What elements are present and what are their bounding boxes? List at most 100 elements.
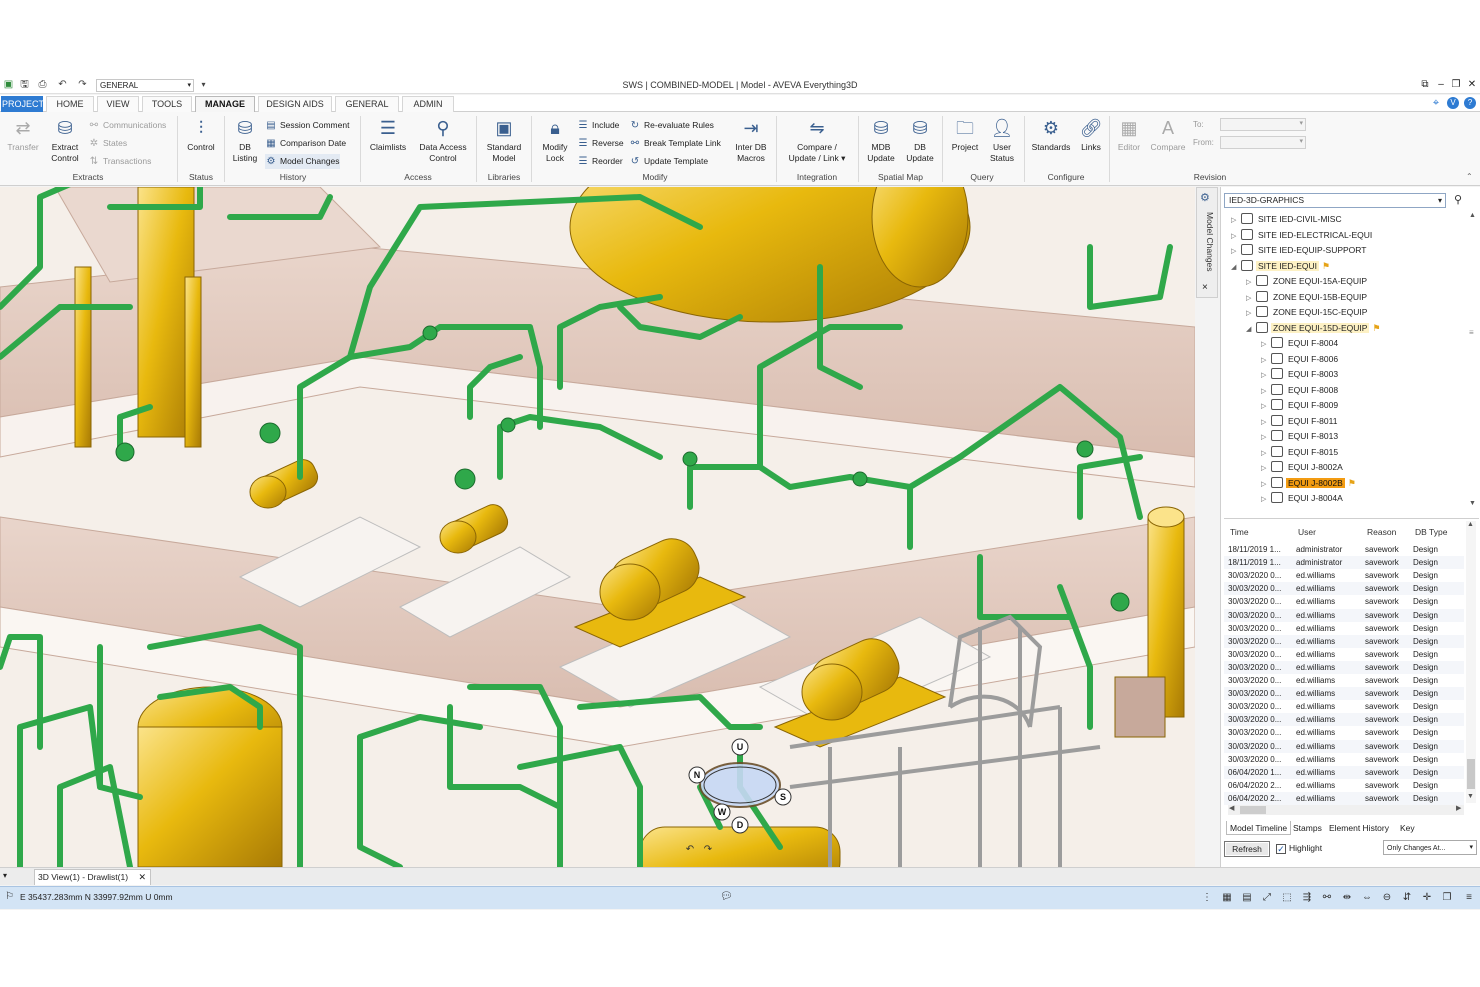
scroll-thumb[interactable] bbox=[1240, 806, 1266, 814]
collapse-icon[interactable]: ◢ bbox=[1231, 260, 1241, 275]
timeline-row[interactable]: 30/03/2020 0... ed.williams savework Design bbox=[1224, 687, 1464, 701]
reevaluate-rules-button[interactable]: ↻ Re-evaluate Rules bbox=[629, 118, 714, 133]
document-menu-icon[interactable]: ▾ bbox=[3, 871, 7, 880]
break-template-link-button[interactable]: ⚯ Break Template Link bbox=[629, 136, 721, 151]
update-template-button[interactable]: ↺ Update Template bbox=[629, 154, 708, 169]
timeline-vertical-scrollbar[interactable]: ▲ ▼ bbox=[1466, 521, 1476, 803]
user-status-button[interactable]: 👤︎ User Status bbox=[986, 116, 1018, 164]
timeline-row[interactable]: 18/11/2019 1... administrator savework Desi… bbox=[1224, 543, 1464, 556]
timeline-row[interactable]: 30/03/2020 0... ed.williams savework Design bbox=[1224, 582, 1464, 596]
views-icon[interactable]: ❐ bbox=[1440, 891, 1454, 905]
data-access-control-button[interactable]: ⚲ Data Access Control bbox=[414, 116, 472, 164]
message-icon[interactable]: 💬︎ bbox=[720, 891, 733, 902]
comparison-date-button[interactable]: ▦ Comparison Date bbox=[265, 136, 346, 151]
tree-item[interactable]: ◢ ZONE EQUI-15D-EQUIP ⚑ bbox=[1246, 321, 1382, 336]
expand-icon[interactable]: ▷ bbox=[1246, 306, 1256, 321]
refresh-button[interactable]: Refresh bbox=[1224, 841, 1270, 857]
tab-model-timeline[interactable]: Model Timeline bbox=[1226, 821, 1292, 835]
col-reason-header[interactable]: Reason bbox=[1367, 527, 1396, 537]
timeline-row[interactable]: 30/03/2020 0... ed.williams savework Design bbox=[1224, 595, 1464, 608]
undo-icon[interactable]: ↶ bbox=[56, 79, 69, 91]
model-changes-button[interactable]: ⚙ Model Changes bbox=[265, 154, 340, 169]
pan-icon[interactable]: ⇔ bbox=[1360, 891, 1374, 905]
scroll-left-icon[interactable]: ◀ bbox=[1229, 804, 1234, 812]
scroll-up-icon[interactable]: ▲ bbox=[1469, 212, 1476, 219]
scroll-down-icon[interactable]: ▼ bbox=[1469, 500, 1476, 507]
tab-admin[interactable]: ADMIN bbox=[402, 96, 454, 112]
section-icon[interactable]: ▤ bbox=[1240, 891, 1254, 905]
redo-icon[interactable]: ↷ bbox=[76, 79, 89, 91]
timeline-row[interactable]: 30/03/2020 0... ed.williams savework Design bbox=[1224, 753, 1464, 766]
tab-stamps[interactable]: Stamps bbox=[1290, 821, 1325, 835]
states-button[interactable]: ✲ States bbox=[88, 136, 127, 151]
tree-item[interactable]: ▷ SITE IED-CIVIL-MISC bbox=[1231, 212, 1344, 227]
expand-icon[interactable]: ▷ bbox=[1261, 337, 1271, 352]
link-status-icon[interactable]: ⚯ bbox=[1320, 891, 1334, 905]
timeline-row[interactable]: 06/04/2020 2... ed.williams savework Design bbox=[1224, 779, 1464, 792]
tree-item[interactable]: ▷ SITE IED-ELECTRICAL-EQUI bbox=[1231, 228, 1374, 243]
timeline-row[interactable]: 30/03/2020 0... ed.williams savework Design bbox=[1224, 634, 1464, 648]
timeline-row[interactable]: 30/03/2020 0... ed.williams savework Design bbox=[1224, 700, 1464, 713]
reorder-button[interactable]: ☰ Reorder bbox=[577, 154, 623, 169]
expand-icon[interactable]: ▷ bbox=[1246, 275, 1256, 290]
crosshair-icon[interactable]: ✛ bbox=[1420, 891, 1434, 905]
expand-icon[interactable]: ▷ bbox=[1261, 446, 1271, 461]
tab-tools[interactable]: TOOLS bbox=[142, 96, 192, 112]
orbit-icon[interactable]: ⇵ bbox=[1400, 891, 1414, 905]
minimize-icon[interactable]: – bbox=[1434, 78, 1448, 92]
tree-item[interactable]: ▷ EQUI F-8006 bbox=[1261, 352, 1340, 367]
revision-to-combo[interactable]: ▾ bbox=[1220, 118, 1306, 131]
tree-item[interactable]: ▷ ZONE EQUI-15B-EQUIP bbox=[1246, 290, 1369, 305]
expand-icon[interactable]: ▷ bbox=[1261, 415, 1271, 430]
timeline-row[interactable]: 06/04/2020 2... ed.williams savework Design bbox=[1224, 791, 1464, 805]
timeline-row[interactable]: 30/03/2020 0... ed.williams savework Design bbox=[1224, 674, 1464, 687]
close-icon[interactable]: ✕ bbox=[1465, 78, 1479, 92]
editor-button[interactable]: ▦ Editor bbox=[1112, 116, 1146, 153]
tree-item[interactable]: ▷ EQUI F-8015 bbox=[1261, 445, 1340, 460]
expand-icon[interactable]: ▷ bbox=[1261, 430, 1271, 445]
tree-item[interactable]: ▷ EQUI F-8003 bbox=[1261, 367, 1340, 382]
expand-icon[interactable]: ▷ bbox=[1261, 399, 1271, 414]
help-info-icon[interactable]: V bbox=[1447, 97, 1459, 109]
grid-snap-icon[interactable]: ⋮ bbox=[1200, 891, 1214, 905]
tree-item[interactable]: ▷ EQUI F-8008 bbox=[1261, 383, 1340, 398]
transactions-button[interactable]: ⇅ Transactions bbox=[88, 154, 152, 169]
document-tab[interactable]: 3D View(1) - Drawlist(1) ✕ bbox=[34, 869, 151, 885]
tab-key[interactable]: Key bbox=[1397, 821, 1418, 835]
claimlists-button[interactable]: ☰ Claimlists bbox=[366, 116, 410, 153]
tree-item[interactable]: ◢ SITE IED-EQUI ⚑ bbox=[1231, 259, 1332, 274]
session-comment-button[interactable]: ▤ Session Comment bbox=[265, 118, 349, 133]
scroll-up-icon[interactable]: ▲ bbox=[1467, 521, 1474, 528]
tree-item[interactable]: ▷ SITE IED-EQUIP-SUPPORT bbox=[1231, 243, 1368, 258]
collapse-ribbon-icon[interactable]: ⌃ bbox=[1466, 172, 1473, 181]
col-dbtype-header[interactable]: DB Type bbox=[1415, 527, 1447, 537]
transfer-button[interactable]: ⇄ Transfer bbox=[5, 116, 41, 153]
layer-icon[interactable]: ▦ bbox=[1220, 891, 1234, 905]
timeline-row[interactable]: 30/03/2020 0... ed.williams savework Design bbox=[1224, 739, 1464, 753]
tree-item[interactable]: ▷ ZONE EQUI-15A-EQUIP bbox=[1246, 274, 1369, 289]
expand-icon[interactable]: ▷ bbox=[1261, 353, 1271, 368]
print-icon[interactable]: ⎙ bbox=[36, 79, 49, 91]
extract-control-button[interactable]: ⛁ Extract Control bbox=[46, 116, 84, 164]
tab-view[interactable]: VIEW bbox=[97, 96, 139, 112]
standard-model-button[interactable]: ▣ Standard Model bbox=[481, 116, 527, 164]
project-query-button[interactable]: 🗀 Project bbox=[946, 116, 984, 153]
pin-icon[interactable]: ⌖ bbox=[1430, 97, 1442, 109]
compare-button[interactable]: A Compare bbox=[1148, 116, 1188, 153]
tree-root-combo[interactable]: IED-3D-GRAPHICS ▾ bbox=[1224, 193, 1446, 208]
timeline-horizontal-scrollbar[interactable]: ◀ ▶ bbox=[1228, 805, 1464, 815]
tree-scrollbar[interactable]: ▲ ≡ ▼ bbox=[1467, 210, 1479, 510]
tree-item[interactable]: ▷ EQUI J-8002B ⚑ bbox=[1261, 476, 1358, 491]
maximize-icon[interactable]: ❐ bbox=[1449, 78, 1463, 92]
walk-icon[interactable]: ⇶ bbox=[1300, 891, 1314, 905]
app-icon[interactable]: ▣ bbox=[2, 79, 15, 91]
timeline-row[interactable]: 30/03/2020 0... ed.williams savework Design bbox=[1224, 608, 1464, 622]
tree-item[interactable]: ▷ EQUI F-8013 bbox=[1261, 429, 1340, 444]
timeline-row[interactable]: 30/03/2020 0... ed.williams savework Design bbox=[1224, 726, 1464, 739]
db-listing-button[interactable]: ⛁ DB Listing bbox=[229, 116, 261, 164]
expand-icon[interactable]: ▷ bbox=[1261, 384, 1271, 399]
tree-item[interactable]: ▷ EQUI J-8002A bbox=[1261, 460, 1345, 475]
tab-project[interactable]: PROJECT bbox=[1, 96, 44, 112]
tab-home[interactable]: HOME bbox=[46, 96, 94, 112]
tree-item[interactable]: ▷ EQUI F-8004 bbox=[1261, 336, 1340, 351]
